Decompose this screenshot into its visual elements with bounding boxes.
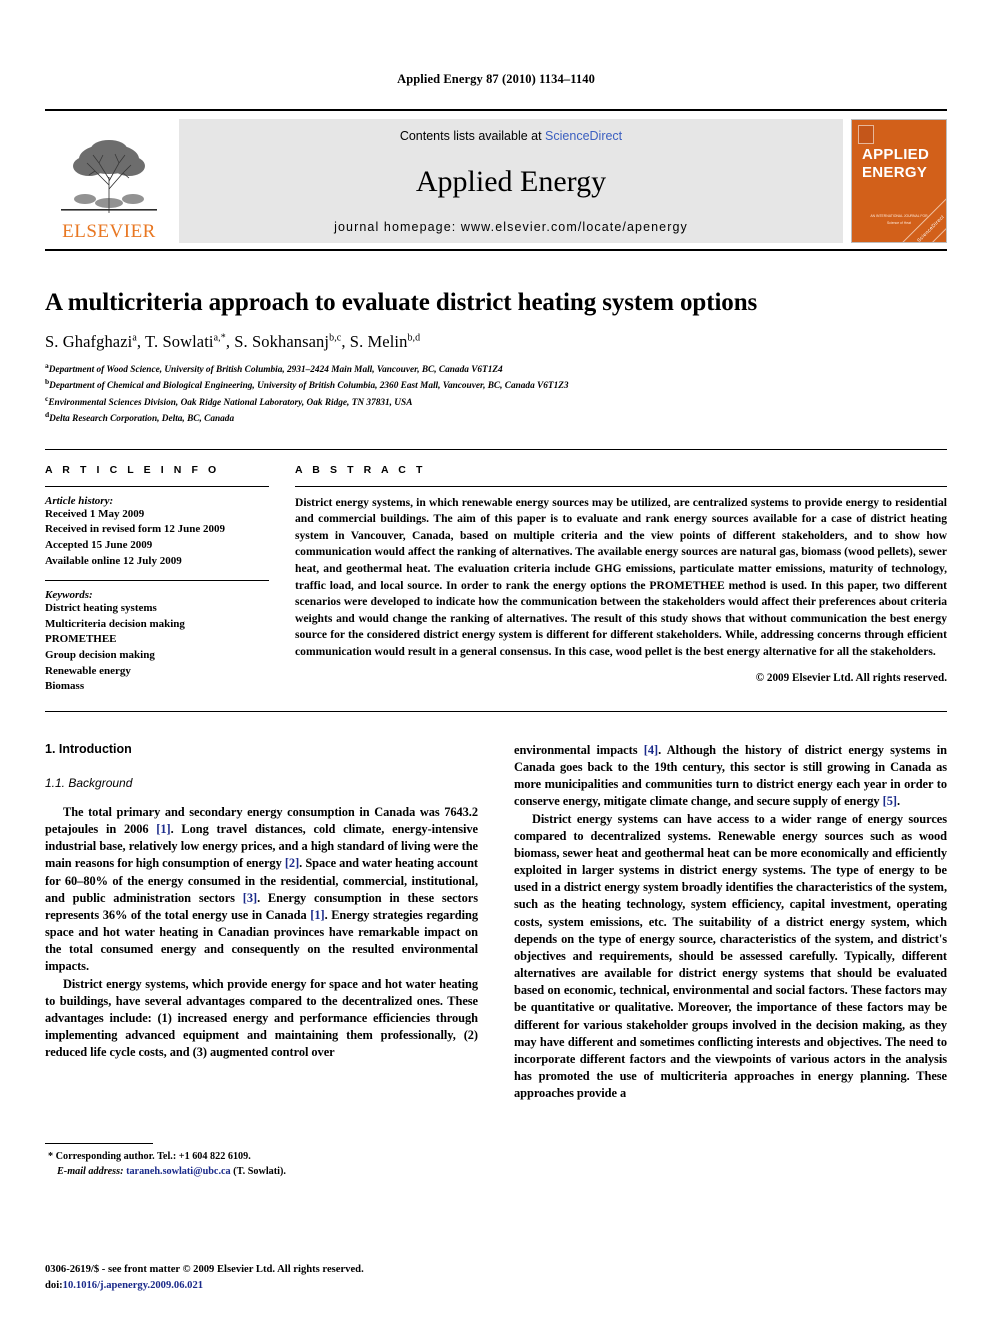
- author-0-marks: a: [132, 332, 137, 343]
- journal-masthead: ELSEVIER Contents lists available at Sci…: [45, 109, 947, 243]
- affiliation-c-text: Environmental Sciences Division, Oak Rid…: [48, 397, 413, 408]
- author-3: S. Melinb,d: [350, 332, 420, 351]
- title-block: A multicriteria approach to evaluate dis…: [45, 289, 947, 427]
- journal-homepage-link[interactable]: journal homepage: www.elsevier.com/locat…: [334, 220, 688, 234]
- author-2: S. Sokhansanjb,c: [234, 332, 341, 351]
- affiliation-a-text: Department of Wood Science, University o…: [48, 364, 503, 375]
- elsevier-logo: ELSEVIER: [45, 119, 173, 243]
- author-2-marks: b,c: [329, 332, 342, 343]
- keyword-2: PROMETHEE: [45, 633, 117, 646]
- abstract-column: A B S T R A C T District energy systems,…: [295, 464, 947, 695]
- citation-ref-4[interactable]: [4]: [644, 743, 658, 757]
- sciencedirect-link[interactable]: ScienceDirect: [545, 129, 622, 143]
- affiliation-a: aDepartment of Wood Science, University …: [45, 361, 947, 378]
- author-0: S. Ghafghazia: [45, 332, 137, 351]
- footnote-email-link[interactable]: taraneh.sowlati@ubc.ca: [126, 1166, 231, 1177]
- abstract-rule: [295, 485, 947, 487]
- abstract-text: District energy systems, in which renewa…: [295, 495, 947, 658]
- affiliation-c: cEnvironmental Sciences Division, Oak Ri…: [45, 394, 947, 411]
- paragraph-left-1: The total primary and secondary energy c…: [45, 804, 478, 974]
- author-2-name: S. Sokhansanj: [234, 331, 330, 351]
- doi-link[interactable]: 10.1016/j.apenergy.2009.06.021: [63, 1280, 203, 1291]
- running-head: Applied Energy 87 (2010) 1134–1140: [397, 72, 595, 86]
- page-footer: 0306-2619/$ - see front matter © 2009 El…: [45, 1262, 364, 1293]
- elsevier-wordmark: ELSEVIER: [62, 221, 156, 242]
- contents-box: Contents lists available at ScienceDirec…: [179, 119, 843, 243]
- subsection-heading-background: 1.1. Background: [45, 775, 133, 790]
- author-0-name: S. Ghafghazi: [45, 331, 133, 351]
- corresponding-author-footnote: * Corresponding author. Tel.: +1 604 822…: [45, 1142, 478, 1180]
- citation-ref-1b[interactable]: [1]: [310, 908, 324, 922]
- author-list: S. Ghafghazia, T. Sowlatia,*, S. Sokhans…: [45, 331, 421, 351]
- doi-label: doi:: [45, 1279, 63, 1291]
- section-heading-introduction: 1. Introduction: [45, 741, 132, 756]
- body-column-left: 1. Introduction 1.1. Background The tota…: [45, 742, 478, 1180]
- author-3-name: S. Melin: [349, 331, 408, 351]
- paragraph-right-1: environmental impacts [4]. Although the …: [514, 742, 947, 809]
- paragraph-left-2: District energy systems, which provide e…: [45, 976, 478, 1060]
- article-history-label: Article history:: [45, 494, 114, 507]
- elsevier-tree-icon: [61, 140, 157, 213]
- author-1: T. Sowlatia,*: [145, 332, 226, 351]
- info-abstract-region: A R T I C L E I N F O Article history: R…: [45, 464, 947, 695]
- author-1-marks: a,*: [213, 332, 226, 343]
- history-item-online: Available online 12 July 2009: [45, 554, 182, 567]
- page-title: A multicriteria approach to evaluate dis…: [45, 289, 758, 316]
- abstract-copyright: © 2009 Elsevier Ltd. All rights reserved…: [755, 671, 947, 684]
- article-history-list: Received 1 May 2009 Received in revised …: [45, 507, 269, 569]
- keyword-1: Multicriteria decision making: [45, 617, 185, 630]
- article-info-rule: [45, 485, 269, 487]
- paper-page: Applied Energy 87 (2010) 1134–1140 ELSEV…: [0, 0, 992, 1323]
- citation-ref-3[interactable]: [3]: [243, 891, 257, 905]
- body-columns: 1. Introduction 1.1. Background The tota…: [45, 742, 947, 1180]
- history-item-received: Received 1 May 2009: [45, 507, 145, 520]
- affiliation-d: dDelta Research Corporation, Delta, BC, …: [45, 410, 947, 427]
- keyword-3: Group decision making: [45, 649, 155, 662]
- author-3-marks: b,d: [407, 332, 421, 343]
- citation-ref-1[interactable]: [1]: [156, 822, 170, 836]
- footnote-email-label: E-mail address:: [57, 1165, 124, 1177]
- doi-line: doi:10.1016/j.apenergy.2009.06.021: [45, 1278, 364, 1293]
- paragraph-right-2: District energy systems can have access …: [514, 811, 947, 1101]
- affiliation-b: bDepartment of Chemical and Biological E…: [45, 377, 947, 394]
- article-info-bottom-rule: [45, 710, 947, 712]
- footnote-corresponding: * Corresponding author. Tel.: +1 604 822…: [48, 1150, 251, 1162]
- affiliation-d-text: Delta Research Corporation, Delta, BC, C…: [49, 414, 235, 425]
- keywords-list: District heating systems Multicriteria d…: [45, 601, 269, 695]
- article-info-heading: A R T I C L E I N F O: [45, 463, 220, 476]
- contents-available-line: Contents lists available at ScienceDirec…: [400, 129, 622, 143]
- footnote-email-line: E-mail address: taraneh.sowlati@ubc.ca (…: [45, 1165, 478, 1180]
- masthead-bottom-rule: [45, 249, 947, 251]
- body-column-right: environmental impacts [4]. Although the …: [514, 742, 947, 1180]
- history-item-revised: Received in revised form 12 June 2009: [45, 523, 226, 536]
- contents-prefix: Contents lists available at: [399, 129, 546, 143]
- keyword-5: Biomass: [45, 680, 85, 693]
- cover-elsevier-mini-logo-icon: [858, 125, 874, 144]
- footnote-email-suffix: (T. Sowlati).: [233, 1165, 286, 1177]
- keyword-4: Renewable energy: [45, 664, 131, 677]
- keywords-block: Keywords: District heating systems Multi…: [45, 580, 269, 695]
- journal-title: Applied Energy: [415, 164, 607, 198]
- affiliation-list: aDepartment of Wood Science, University …: [45, 361, 947, 427]
- history-item-accepted: Accepted 15 June 2009: [45, 538, 153, 551]
- footnote-rule: [45, 1142, 153, 1144]
- issn-line: 0306-2619/$ - see front matter © 2009 El…: [45, 1264, 364, 1276]
- cover-title-line2: ENERGY: [862, 164, 928, 182]
- cover-title-line1: APPLIED: [862, 146, 930, 163]
- citation-ref-2[interactable]: [2]: [285, 856, 299, 870]
- article-info-top-rule: [45, 448, 947, 450]
- cover-title: APPLIED ENERGY: [862, 146, 940, 183]
- keywords-label: Keywords:: [45, 589, 93, 602]
- affiliation-b-text: Department of Chemical and Biological En…: [49, 381, 569, 392]
- article-info-column: A R T I C L E I N F O Article history: R…: [45, 464, 295, 695]
- abstract-heading: A B S T R A C T: [295, 463, 426, 476]
- citation-ref-5[interactable]: [5]: [883, 794, 897, 808]
- keyword-0: District heating systems: [45, 602, 157, 615]
- author-1-name: T. Sowlati: [145, 331, 214, 351]
- keywords-rule: [45, 580, 269, 582]
- journal-cover-thumbnail: APPLIED ENERGY AN INTERNATIONAL JOURNAL …: [851, 119, 947, 243]
